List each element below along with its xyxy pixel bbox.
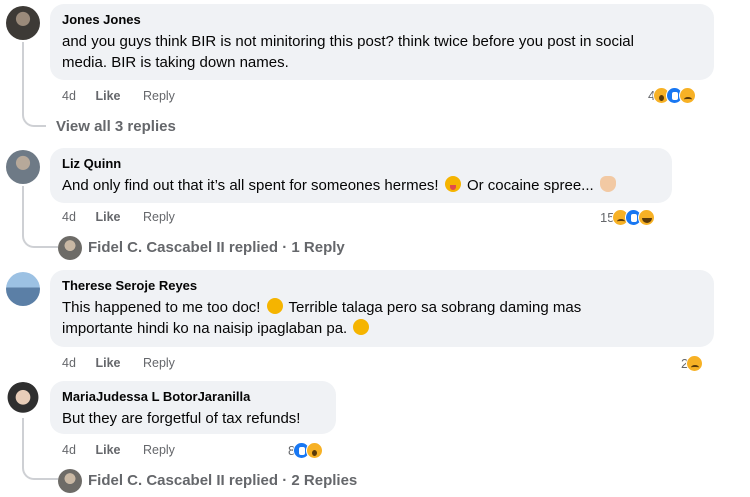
comment-age[interactable]: 4d: [62, 442, 92, 458]
reaction-summary[interactable]: 15: [600, 207, 656, 227]
comment-author[interactable]: Jones Jones: [62, 12, 702, 28]
like-button[interactable]: Like: [95, 88, 139, 104]
comment-actions: 4d Like Reply: [62, 442, 175, 458]
comment-text-line: importante hindi ko na naisip ipaglaban …: [62, 318, 702, 339]
comment-author[interactable]: MariaJudessa L BotorJaranilla: [62, 389, 324, 405]
avatar[interactable]: [6, 6, 40, 40]
avatar[interactable]: [6, 382, 40, 416]
replier-avatar: [58, 236, 82, 260]
comment-age[interactable]: 4d: [62, 88, 92, 104]
thread-connector: [22, 42, 46, 127]
comment-actions: 4d Like Reply: [62, 88, 175, 104]
reply-button[interactable]: Reply: [143, 209, 175, 225]
thread-connector: [22, 418, 58, 480]
replies-link-label: Fidel C. Cascabel II replied · 2 Replies: [88, 472, 358, 489]
comment-text-line: And only find out that it’s all spent fo…: [62, 175, 660, 196]
comment-text: And only find out that it’s all spent fo…: [62, 177, 439, 194]
comment-bubble: Liz Quinn And only find out that it’s al…: [50, 148, 672, 203]
comment-text: Terrible talaga pero sa sobrang daming m…: [288, 299, 582, 316]
comment-age[interactable]: 4d: [62, 209, 92, 225]
reaction-summary[interactable]: 2: [681, 353, 704, 373]
comment-text-line: This happened to me too doc! Terrible ta…: [62, 297, 702, 318]
reply-button[interactable]: Reply: [143, 88, 175, 104]
avatar[interactable]: [6, 272, 40, 306]
comment-author[interactable]: Liz Quinn: [62, 156, 660, 172]
flushed-emoji-icon: [266, 298, 283, 314]
comment-age[interactable]: 4d: [62, 355, 92, 371]
thread-connector: [22, 186, 58, 248]
comment-text: Or cocaine spree...: [466, 177, 594, 194]
comment-author[interactable]: Therese Seroje Reyes: [62, 278, 702, 294]
view-replies-link[interactable]: Fidel C. Cascabel II replied · 1 Reply: [58, 236, 345, 260]
view-replies-link[interactable]: Fidel C. Cascabel II replied · 2 Replies: [58, 469, 357, 493]
comment-actions: 4d Like Reply: [62, 355, 175, 371]
reaction-summary[interactable]: 4: [648, 85, 697, 105]
comment-bubble: Therese Seroje Reyes This happened to me…: [50, 270, 714, 347]
avatar[interactable]: [6, 150, 40, 184]
reply-button[interactable]: Reply: [143, 355, 175, 371]
like-button[interactable]: Like: [95, 442, 139, 458]
haha-reaction-icon: [638, 208, 656, 226]
comment-bubble: MariaJudessa L BotorJaranilla But they a…: [50, 381, 336, 434]
like-button[interactable]: Like: [95, 209, 139, 225]
comment-text: This happened to me too doc!: [62, 299, 261, 316]
tongue-emoji-icon: [444, 176, 461, 192]
comment-text-line: media. BIR is taking down names.: [62, 54, 289, 71]
reaction-summary[interactable]: 8: [288, 440, 324, 460]
reply-button[interactable]: Reply: [143, 442, 175, 458]
wow-reaction-icon: [306, 441, 324, 459]
comment-text: importante hindi ko na naisip ipaglaban …: [62, 320, 348, 337]
like-button[interactable]: Like: [95, 355, 139, 371]
comment-text-line: But they are forgetful of tax refunds!: [62, 410, 301, 427]
replier-avatar: [58, 469, 82, 493]
comment-bubble: Jones Jones and you guys think BIR is no…: [50, 4, 714, 80]
view-replies-link[interactable]: View all 3 replies: [56, 117, 176, 137]
replies-link-label: Fidel C. Cascabel II replied · 1 Reply: [88, 239, 345, 256]
sad-reaction-icon: [686, 354, 704, 372]
clap-emoji-icon: [599, 176, 616, 192]
sad-reaction-icon: [679, 86, 697, 104]
comment-text-line: and you guys think BIR is not minitoring…: [62, 33, 634, 50]
comment-actions: 4d Like Reply: [62, 209, 175, 225]
relieved-emoji-icon: [353, 319, 370, 335]
